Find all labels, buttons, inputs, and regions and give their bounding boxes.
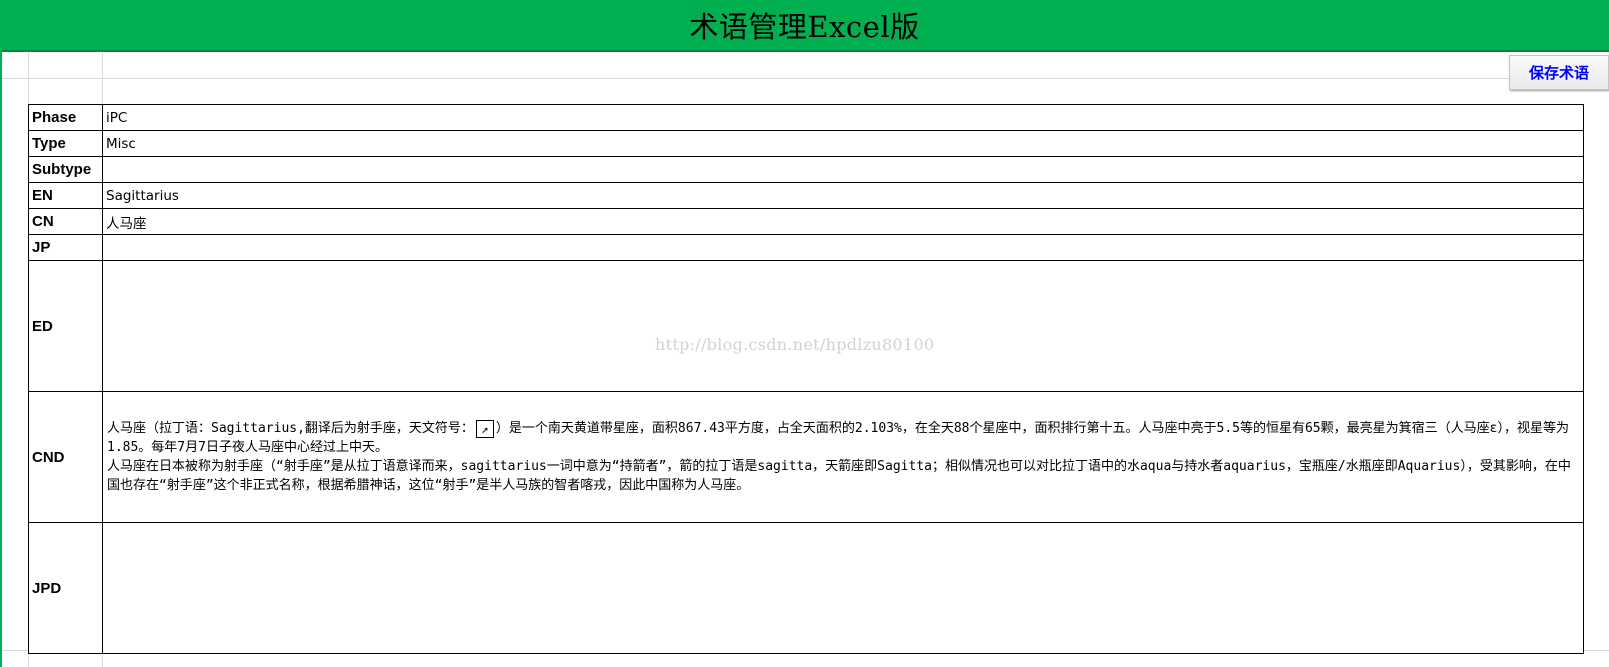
field-label-phase: Phase (28, 104, 103, 131)
table-row-subtype: Subtype (28, 156, 1584, 183)
cnd-text-part1: 人马座（拉丁语：Sagittarius,翻译后为射手座，天文符号： (107, 421, 474, 436)
sheet-left-border (0, 0, 2, 667)
table-row-phase: Phase iPC (28, 104, 1584, 131)
table-row-type: Type Misc (28, 130, 1584, 157)
term-table: Phase iPC Type Misc Subtype EN Sagittari… (28, 104, 1584, 654)
grid-line (0, 78, 1609, 79)
table-row-ed: ED (28, 260, 1584, 392)
sagittarius-symbol-icon: ↗ (475, 419, 494, 438)
field-value-subtype[interactable] (102, 156, 1584, 183)
save-term-button[interactable]: 保存术语 (1509, 55, 1609, 90)
title-bar: 术语管理Excel版 (0, 0, 1609, 52)
field-value-en[interactable]: Sagittarius (102, 182, 1584, 209)
field-value-jpd[interactable] (102, 522, 1584, 654)
field-label-type: Type (28, 130, 103, 157)
field-value-phase[interactable]: iPC (102, 104, 1584, 131)
table-row-cn: CN 人马座 (28, 208, 1584, 235)
field-label-ed: ED (28, 260, 103, 392)
field-value-ed[interactable] (102, 260, 1584, 392)
table-row-cnd: CND 人马座（拉丁语：Sagittarius,翻译后为射手座，天文符号： ↗ ）是… (28, 391, 1584, 523)
cnd-paragraph-2: 人马座在日本被称为射手座（“射手座”是从拉丁语意译而来，sagittarius一… (107, 459, 1571, 493)
field-label-cn: CN (28, 208, 103, 235)
table-row-jp: JP (28, 234, 1584, 261)
field-label-en: EN (28, 182, 103, 209)
field-label-jpd: JPD (28, 522, 103, 654)
field-value-jp[interactable] (102, 234, 1584, 261)
field-value-cn[interactable]: 人马座 (102, 208, 1584, 235)
field-label-cnd: CND (28, 391, 103, 523)
table-row-en: EN Sagittarius (28, 182, 1584, 209)
field-label-subtype: Subtype (28, 156, 103, 183)
cnd-paragraph-1: 人马座（拉丁语：Sagittarius,翻译后为射手座，天文符号： ↗ ）是一个南天… (107, 419, 1580, 457)
field-label-jp: JP (28, 234, 103, 261)
app-title: 术语管理Excel版 (689, 10, 920, 44)
table-row-jpd: JPD (28, 522, 1584, 654)
field-value-cnd[interactable]: 人马座（拉丁语：Sagittarius,翻译后为射手座，天文符号： ↗ ）是一个南天… (102, 391, 1584, 523)
field-value-type[interactable]: Misc (102, 130, 1584, 157)
